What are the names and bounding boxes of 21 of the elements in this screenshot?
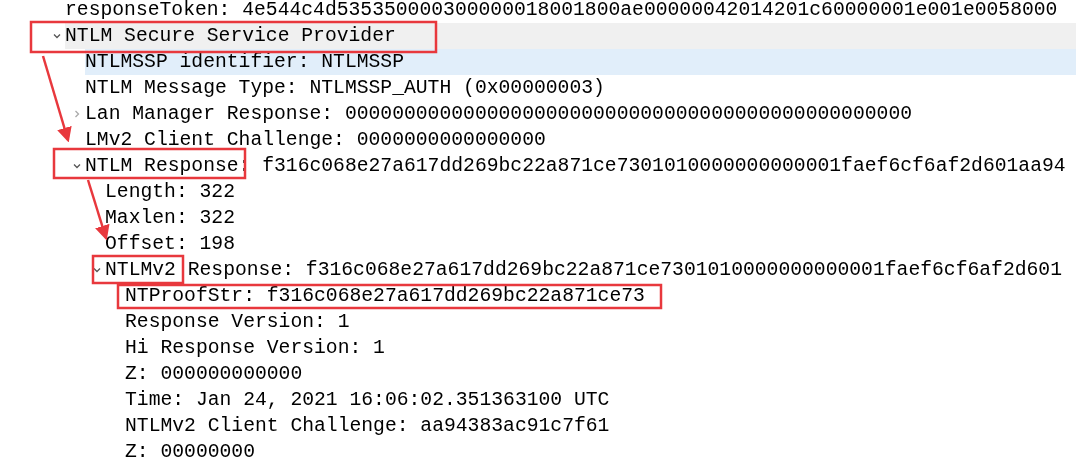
tree-row[interactable]: Z: 00000000 xyxy=(125,439,255,465)
tree-row[interactable]: Lan Manager Response: 000000000000000000000000000000000000000000000000 xyxy=(85,101,912,127)
tree-row[interactable]: Length: 322 xyxy=(105,179,235,205)
chevron-icon[interactable] xyxy=(51,31,62,41)
chevron-icon[interactable] xyxy=(71,161,82,171)
tree-row[interactable]: Z: 000000000000 xyxy=(125,361,303,387)
tree-row[interactable]: Hi Response Version: 1 xyxy=(125,335,385,361)
tree-row[interactable]: responseToken: 4e544c4d535350000300000018001800ae00000042014201c60000001e001e0058000 xyxy=(65,0,1058,23)
tree-row[interactable]: NTLM Message Type: NTLMSSP_AUTH (0x00000003) xyxy=(85,75,605,101)
tree-row[interactable]: NTLMv2 Response: f316c068e27a617dd269bc22a871ce7301010000000000001faef6cf6af2d601 xyxy=(105,257,1062,283)
tree-row[interactable]: NTLMSSP identifier: NTLMSSP xyxy=(85,49,1076,75)
chevron-icon[interactable] xyxy=(91,265,102,275)
tree-row[interactable]: Offset: 198 xyxy=(105,231,235,257)
tree-row[interactable]: NTLM Secure Service Provider xyxy=(65,23,1076,49)
tree-row[interactable]: LMv2 Client Challenge: 0000000000000000 xyxy=(85,127,546,153)
tree-row[interactable]: Maxlen: 322 xyxy=(105,205,235,231)
tree-row[interactable]: NTProofStr: f316c068e27a617dd269bc22a871ce73 xyxy=(125,283,645,309)
tree-row[interactable]: Response Version: 1 xyxy=(125,309,350,335)
tree-row[interactable]: NTLM Response: f316c068e27a617dd269bc22a871ce7301010000000000001faef6cf6af2d601aa94 xyxy=(85,153,1066,179)
tree-row[interactable]: Time: Jan 24, 2021 16:06:02.351363100 UTC xyxy=(125,387,610,413)
tree-row[interactable]: NTLMv2 Client Challenge: aa94383ac91c7f61 xyxy=(125,413,610,439)
